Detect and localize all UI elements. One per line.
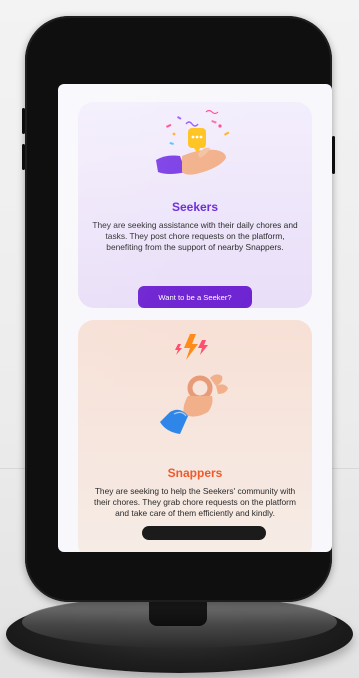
photo-scene: Seekers They are seeking assistance with…: [0, 0, 359, 678]
snappers-card: Snappers They are seeking to help the Se…: [78, 320, 312, 552]
snappers-description: They are seeking to help the Seekers' co…: [94, 486, 296, 518]
seekers-illustration: [78, 106, 312, 194]
seekers-card: Seekers They are seeking assistance with…: [78, 102, 312, 308]
seekers-title: Seekers: [171, 200, 219, 214]
phone-bottom-bezel-notch: [142, 526, 266, 540]
phone-volume-button: [22, 144, 25, 170]
phone-screen: Seekers They are seeking assistance with…: [58, 84, 332, 552]
snappers-illustration: [78, 324, 312, 454]
hand-chat-bubble-icon: [156, 109, 230, 175]
phone-power-button: [332, 136, 335, 174]
seekers-description: They are seeking assistance with their d…: [92, 220, 298, 252]
snappers-title: Snappers: [167, 466, 223, 480]
ok-hand-lightning-icon: [160, 334, 228, 434]
phone-frame: Seekers They are seeking assistance with…: [22, 16, 335, 602]
phone-volume-button: [22, 108, 25, 134]
want-to-be-seeker-button[interactable]: Want to be a Seeker?: [138, 286, 252, 308]
